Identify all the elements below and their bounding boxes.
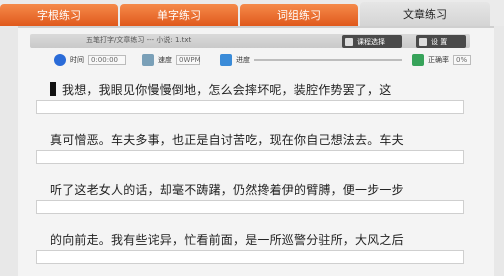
time-label: 时间: [70, 56, 84, 64]
tab-single-char-practice[interactable]: 单字练习: [120, 4, 238, 26]
tab-bar: 字根练习 单字练习 词组练习 文章练习: [0, 0, 504, 26]
typing-input[interactable]: [36, 100, 464, 114]
select-course-button[interactable]: 课程选择: [342, 35, 402, 48]
course-icon: [345, 37, 353, 46]
tab-article-practice[interactable]: 文章练习: [360, 2, 490, 26]
accuracy-stat: 正确率 0%: [412, 52, 471, 68]
clock-icon: [54, 54, 66, 66]
accuracy-value: 0%: [453, 55, 471, 65]
progress-label: 进度: [236, 56, 250, 64]
progress-stat: 进度: [220, 52, 402, 68]
practice-line-1: 我想，我眼见你慢慢倒地，怎么会摔坏呢，装腔作势罢了，这: [36, 78, 464, 116]
practice-line-4: 的向前走。我有些诧异，忙看前面，是一所巡警分驻所，大风之后: [36, 228, 464, 266]
target-text: 听了这老女人的话，却毫不踌躇，仍然搀着伊的臂膊，便一步一步: [50, 182, 404, 197]
practice-line-2: 真可憎恶。车夫多事，也正是自讨苦吃，现在你自己想法去。车夫: [36, 128, 464, 166]
typing-input[interactable]: [36, 250, 464, 264]
stats-bar: 时间 0:00:00 速度 0WPM 进度 正确率 0%: [36, 52, 480, 68]
typing-input[interactable]: [36, 200, 464, 214]
typing-input[interactable]: [36, 150, 464, 164]
progress-bar: [254, 59, 402, 61]
time-stat: 时间 0:00:00: [54, 52, 126, 68]
text-cursor: [50, 82, 56, 96]
accuracy-label: 正确率: [428, 56, 449, 64]
target-text-content: 我想，我眼见你慢慢倒地，怎么会摔坏呢，装腔作势罢了，这: [62, 82, 392, 97]
accuracy-icon: [412, 54, 424, 66]
progress-icon: [220, 54, 232, 66]
target-text: 我想，我眼见你慢慢倒地，怎么会摔坏呢，装腔作势罢了，这: [36, 78, 464, 100]
practice-line-3: 听了这老女人的话，却毫不踌躇，仍然搀着伊的臂膊，便一步一步: [36, 178, 464, 216]
file-title: 五笔打字/文章练习 --- 小说: 1.txt: [86, 36, 192, 44]
time-value: 0:00:00: [88, 55, 126, 65]
speed-icon: [142, 54, 154, 66]
file-info-bar: 五笔打字/文章练习 --- 小说: 1.txt: [30, 34, 470, 48]
tab-phrase-practice[interactable]: 词组练习: [240, 4, 358, 26]
speed-label: 速度: [158, 56, 172, 64]
settings-button[interactable]: 设 置: [416, 35, 466, 48]
settings-label: 设 置: [431, 37, 448, 46]
select-course-label: 课程选择: [357, 37, 385, 46]
speed-stat: 速度 0WPM: [142, 52, 201, 68]
target-text: 真可憎恶。车夫多事，也正是自讨苦吃，现在你自己想法去。车夫: [50, 132, 404, 147]
settings-icon: [419, 37, 427, 46]
speed-value: 0WPM: [176, 55, 201, 65]
tab-radical-practice[interactable]: 字根练习: [0, 4, 118, 26]
target-text: 的向前走。我有些诧异，忙看前面，是一所巡警分驻所，大风之后: [50, 232, 404, 247]
